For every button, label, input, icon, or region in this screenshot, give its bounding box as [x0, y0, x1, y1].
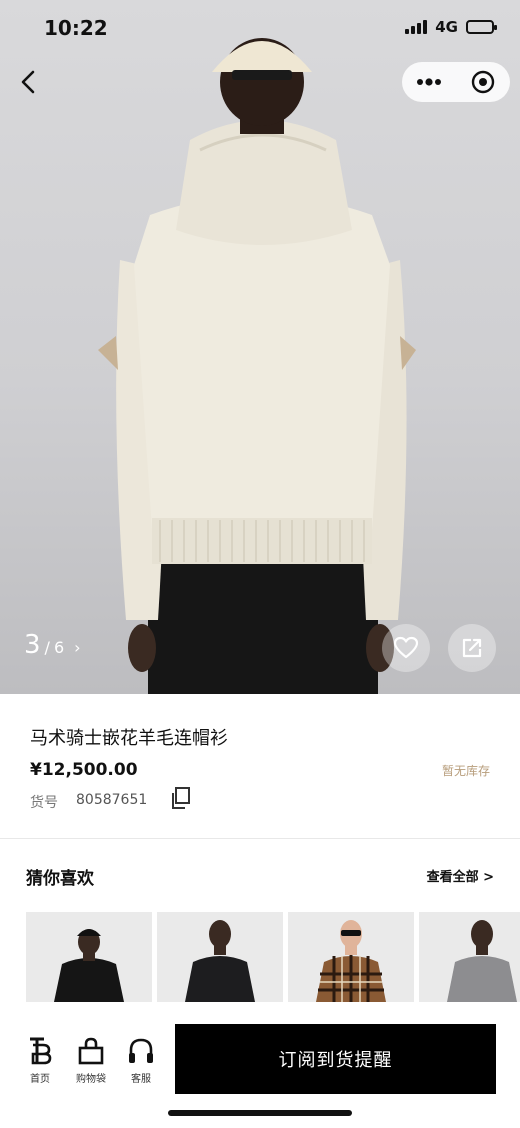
- gallery-separator: /: [44, 638, 50, 657]
- section-divider: [0, 838, 520, 839]
- check-sweater-image: [288, 912, 414, 1002]
- home-indicator: [168, 1110, 352, 1116]
- nav-home-label: 首页: [30, 1074, 50, 1085]
- back-button[interactable]: [8, 62, 48, 102]
- status-bar: 10:22 4G: [0, 0, 520, 56]
- brand-logo-icon: [30, 1037, 52, 1065]
- recommend-title: 猜你喜欢: [26, 869, 94, 889]
- close-miniprogram-button[interactable]: [456, 62, 510, 102]
- recommend-item[interactable]: [157, 912, 283, 1002]
- nav-bag-label: 购物袋: [76, 1074, 106, 1085]
- recommend-item[interactable]: [419, 912, 520, 1002]
- recommend-item[interactable]: [26, 912, 152, 1002]
- view-all-link[interactable]: 查看全部 >: [427, 866, 494, 885]
- more-button[interactable]: [402, 62, 456, 102]
- nav-service-label: 客服: [131, 1074, 151, 1085]
- product-price: ¥12,500.00: [30, 760, 138, 780]
- copy-icon[interactable]: [168, 786, 192, 810]
- product-image-gallery[interactable]: 10:22 4G 3 / 6 ›: [0, 0, 520, 694]
- target-icon: [471, 70, 495, 94]
- gallery-current: 3: [24, 630, 41, 660]
- share-button[interactable]: [448, 624, 496, 672]
- signal-icon: [405, 20, 428, 34]
- headphones-icon: [129, 1038, 153, 1063]
- miniprogram-capsule: [402, 62, 510, 102]
- gallery-counter[interactable]: 3 / 6 ›: [24, 630, 81, 660]
- sku-value: 80587651: [76, 792, 148, 808]
- black-sweater-image: [157, 912, 283, 1002]
- nav-service[interactable]: 客服: [117, 1036, 165, 1085]
- product-name: 马术骑士嵌花羊毛连帽衫: [30, 728, 228, 749]
- network-type: 4G: [435, 18, 458, 36]
- more-dots-icon: [417, 78, 441, 86]
- back-arrow-icon: [21, 70, 35, 94]
- recommend-list: [26, 912, 520, 1002]
- favorite-button[interactable]: [382, 624, 430, 672]
- shopping-bag-icon: [78, 1037, 104, 1065]
- recommend-item[interactable]: [288, 912, 414, 1002]
- nav-home[interactable]: 首页: [16, 1036, 64, 1085]
- bottom-bar: 首页 购物袋 客服 订阅到货提醒: [0, 1002, 520, 1128]
- stock-status: 暂无库存: [441, 764, 490, 778]
- share-icon: [462, 638, 482, 658]
- grey-sweater-image: [419, 912, 520, 1002]
- gallery-arrow-icon: ›: [74, 638, 81, 657]
- heart-icon: [393, 636, 419, 659]
- black-sweater-cap-image: [26, 912, 152, 1002]
- product-photo: [98, 38, 416, 694]
- gallery-total: 6: [53, 638, 65, 657]
- nav-bag[interactable]: 购物袋: [67, 1036, 115, 1085]
- subscribe-restock-button[interactable]: 订阅到货提醒: [175, 1024, 496, 1094]
- sku-label: 货号: [30, 795, 58, 811]
- battery-icon: [466, 20, 497, 34]
- status-time: 10:22: [44, 16, 108, 40]
- product-info: 马术骑士嵌花羊毛连帽衫 ¥12,500.00 暂无库存 货号 80587651: [0, 694, 520, 838]
